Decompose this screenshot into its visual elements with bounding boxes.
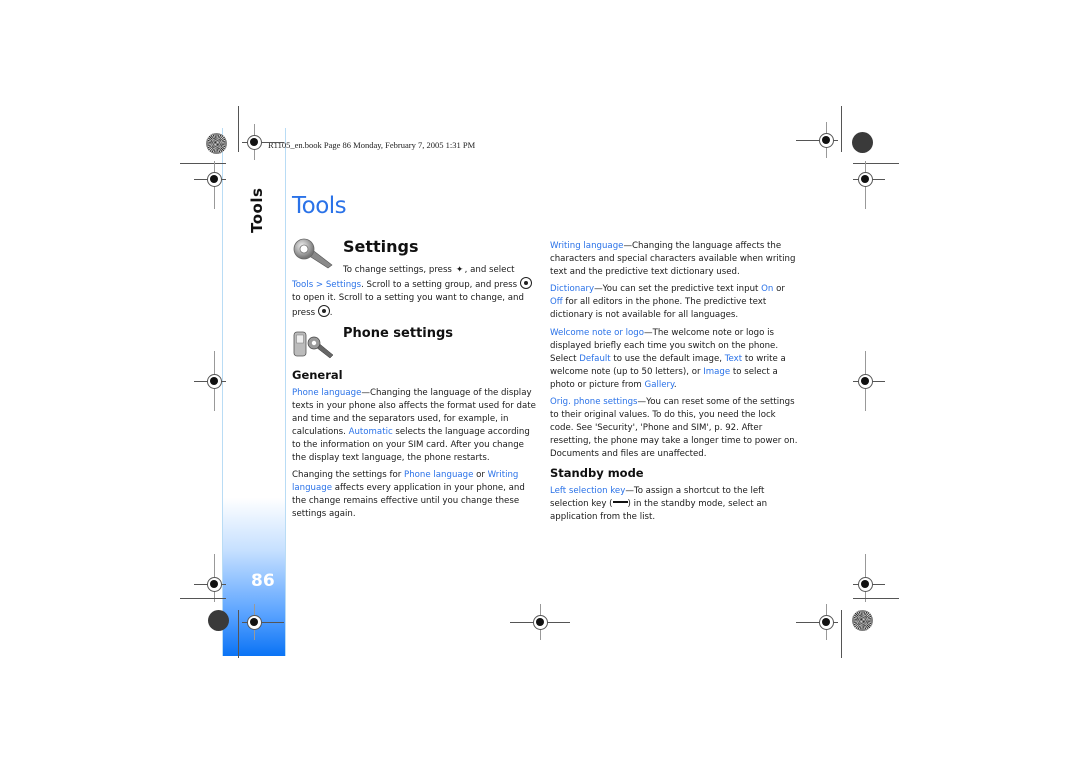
general-title: General bbox=[292, 368, 343, 382]
welcome-note-term: Welcome note or logo bbox=[550, 328, 645, 338]
settings-intro-line1: To change settings, press ✦, and select bbox=[343, 265, 515, 275]
crop-line bbox=[853, 163, 899, 164]
registration-dot bbox=[861, 377, 869, 385]
settings-title: Settings bbox=[343, 237, 419, 256]
writing-language-term: Writing language bbox=[550, 241, 624, 251]
welcome-note-paragraph: Welcome note or logo—The welcome note or… bbox=[550, 328, 786, 390]
standby-mode-title: Standby mode bbox=[550, 466, 644, 480]
page-number: 86 bbox=[251, 571, 275, 591]
orig-settings-term: Orig. phone settings bbox=[550, 397, 638, 407]
registration-dot bbox=[822, 618, 830, 626]
writing-language-paragraph: Writing language—Changing the language a… bbox=[550, 241, 796, 277]
crop-line bbox=[853, 598, 899, 599]
registration-dot bbox=[822, 136, 830, 144]
dictionary-paragraph: Dictionary—You can set the predictive te… bbox=[550, 284, 785, 320]
registration-dot bbox=[210, 580, 218, 588]
phone-wrench-icon bbox=[293, 331, 334, 359]
chapter-title: Tools bbox=[292, 193, 347, 219]
joystick-select-icon bbox=[317, 304, 330, 317]
registration-dot bbox=[861, 175, 869, 183]
crop-line bbox=[180, 163, 226, 164]
dictionary-term: Dictionary bbox=[550, 284, 595, 294]
registration-dot bbox=[536, 618, 544, 626]
left-selection-key-icon bbox=[612, 500, 628, 503]
registration-dot bbox=[210, 175, 218, 183]
starburst-icon bbox=[852, 610, 873, 631]
crop-line bbox=[841, 610, 842, 658]
changing-settings-paragraph: Changing the settings for Phone language… bbox=[292, 470, 525, 519]
tools-settings-link: Tools > Settings bbox=[292, 280, 362, 290]
registration-disc-icon bbox=[852, 132, 873, 153]
wrench-icon bbox=[293, 238, 333, 269]
left-selection-key-paragraph: Left selection key—To assign a shortcut … bbox=[550, 486, 768, 522]
book-header: R1105_en.book Page 86 Monday, February 7… bbox=[268, 140, 476, 150]
left-selection-key-term: Left selection key bbox=[550, 486, 626, 496]
orig-settings-paragraph: Orig. phone settings—You can reset some … bbox=[550, 397, 798, 459]
crop-line bbox=[238, 106, 239, 152]
menu-key-icon: ✦ bbox=[456, 265, 464, 275]
phone-settings-title: Phone settings bbox=[343, 326, 454, 341]
crop-line bbox=[238, 610, 239, 658]
phone-language-term: Phone language bbox=[292, 388, 362, 398]
settings-intro: Tools > Settings. Scroll to a setting gr… bbox=[292, 277, 542, 320]
registration-dot bbox=[250, 138, 258, 146]
registration-disc-icon bbox=[208, 610, 229, 631]
phone-language-paragraph: Phone language—Changing the language of … bbox=[292, 388, 536, 463]
crop-line bbox=[841, 106, 842, 152]
registration-dot bbox=[861, 580, 869, 588]
sidebar-section-label: Tools bbox=[248, 187, 266, 233]
automatic-term: Automatic bbox=[348, 426, 393, 437]
registration-dot bbox=[210, 377, 218, 385]
crop-line bbox=[180, 598, 226, 599]
joystick-select-icon bbox=[519, 277, 532, 289]
starburst-icon bbox=[206, 133, 227, 154]
registration-dot bbox=[250, 618, 258, 626]
